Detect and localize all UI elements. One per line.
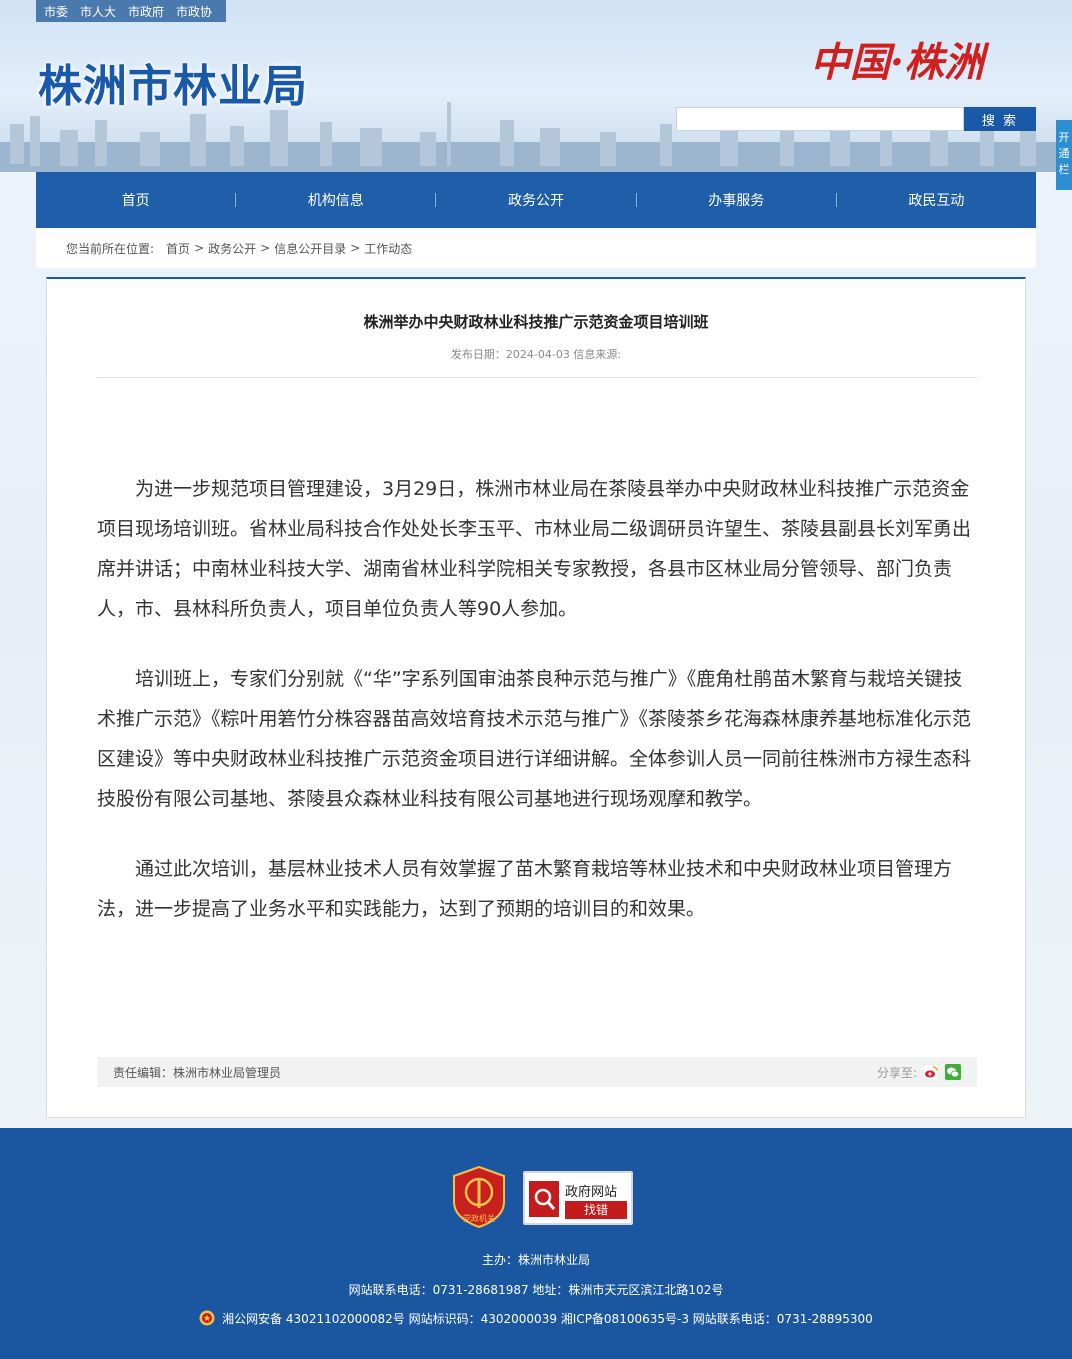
site-footer: 党政机关 政府网站 找错 主办：株洲市林业局 网站联系电话：0731-28681… <box>0 1128 1072 1359</box>
breadcrumb-item-government-affairs[interactable]: 政务公开 <box>208 240 256 257</box>
find-mistake-bottom-label: 找错 <box>565 1201 627 1219</box>
top-link-cppcc[interactable]: 市政协 <box>176 3 212 20</box>
nav-organization[interactable]: 机构信息 <box>236 190 435 210</box>
article-panel: 株洲举办中央财政林业科技推广示范资金项目培训班 发布日期：2024-04-03 … <box>46 277 1026 1118</box>
article-meta: 发布日期：2024-04-03 信息来源: <box>450 348 622 361</box>
site-title[interactable]: 株洲市林业局 <box>38 50 308 114</box>
top-link-government[interactable]: 市政府 <box>128 3 164 20</box>
nav-government-affairs[interactable]: 政务公开 <box>436 190 635 210</box>
article-body: 为进一步规范项目管理建设，3月29日，株洲市林业局在茶陵县举办中央财政林业科技推… <box>97 469 977 959</box>
breadcrumb-separator: > <box>350 241 361 255</box>
svg-text:中国·株洲: 中国·株洲 <box>810 39 990 86</box>
find-mistake-top-label: 政府网站 <box>565 1185 618 1200</box>
footer-record-text[interactable]: 湘公网安备 43021102000082号 网站标识码：4302000039 湘… <box>222 1312 873 1326</box>
search-input[interactable] <box>676 107 964 131</box>
top-link-npc[interactable]: 市人大 <box>80 3 116 20</box>
article-title: 株洲举办中央财政林业科技推广示范资金项目培训班 <box>363 313 709 331</box>
china-zhuzhou-calligraphy-logo: 中国·株洲 <box>810 39 990 86</box>
nav-home[interactable]: 首页 <box>36 190 235 210</box>
side-floating-tab[interactable]: 开通栏 <box>1056 120 1072 190</box>
nav-interaction[interactable]: 政民互动 <box>837 190 1036 210</box>
footer-record: 湘公网安备 43021102000082号 网站标识码：4302000039 湘… <box>0 1310 1072 1327</box>
article-divider <box>97 377 977 378</box>
article-footer-bar: 责任编辑：株洲市林业局管理员 分享至: <box>97 1057 977 1087</box>
breadcrumb-separator: > <box>260 241 271 255</box>
find-mistake-badge[interactable]: 政府网站 找错 <box>523 1171 633 1225</box>
breadcrumb-item-catalog[interactable]: 信息公开目录 <box>274 240 346 257</box>
article-paragraph: 为进一步规范项目管理建设，3月29日，株洲市林业局在茶陵县举办中央财政林业科技推… <box>97 478 972 620</box>
search-box: 搜 索 <box>676 107 1036 131</box>
article-paragraph: 通过此次培训，基层林业技术人员有效掌握了苗木繁育栽培等林业技术和中央财政林业项目… <box>97 858 953 920</box>
svg-text:党政机关: 党政机关 <box>463 1213 495 1223</box>
party-government-badge-icon[interactable]: 党政机关 <box>453 1166 505 1228</box>
breadcrumb-item-work-news[interactable]: 工作动态 <box>364 240 412 257</box>
breadcrumb: 您当前所在位置: 首页 > 政务公开 > 信息公开目录 > 工作动态 <box>36 228 1036 268</box>
breadcrumb-separator: > <box>194 241 205 255</box>
wechat-icon[interactable] <box>945 1064 961 1080</box>
site-header: 市委 市人大 市政府 市政协 株洲市林业局 中国·株洲 搜 索 <box>0 0 1072 172</box>
share-bar: 分享至: <box>877 1064 961 1081</box>
article-editor: 责任编辑：株洲市林业局管理员 <box>113 1065 282 1080</box>
breadcrumb-label: 您当前所在位置: <box>66 241 155 256</box>
top-link-party-committee[interactable]: 市委 <box>44 3 68 20</box>
footer-host: 主办：株洲市林业局 <box>481 1253 590 1267</box>
magnifier-icon <box>529 1181 559 1217</box>
main-nav: 首页 机构信息 政务公开 办事服务 政民互动 <box>36 172 1036 228</box>
share-label: 分享至: <box>876 1065 917 1080</box>
police-badge-icon <box>199 1310 215 1326</box>
search-button[interactable]: 搜 索 <box>964 107 1036 131</box>
footer-contact: 网站联系电话：0731-28681987 地址：株洲市天元区滨江北路102号 <box>348 1283 724 1297</box>
weibo-icon[interactable] <box>923 1064 939 1080</box>
article-paragraph: 培训班上，专家们分别就《“华”字系列国审油茶良种示范与推广》《鹿角杜鹃苗木繁育与… <box>97 668 972 810</box>
top-links-bar: 市委 市人大 市政府 市政协 <box>36 0 226 22</box>
breadcrumb-item-home[interactable]: 首页 <box>166 240 190 257</box>
nav-services[interactable]: 办事服务 <box>637 190 836 210</box>
